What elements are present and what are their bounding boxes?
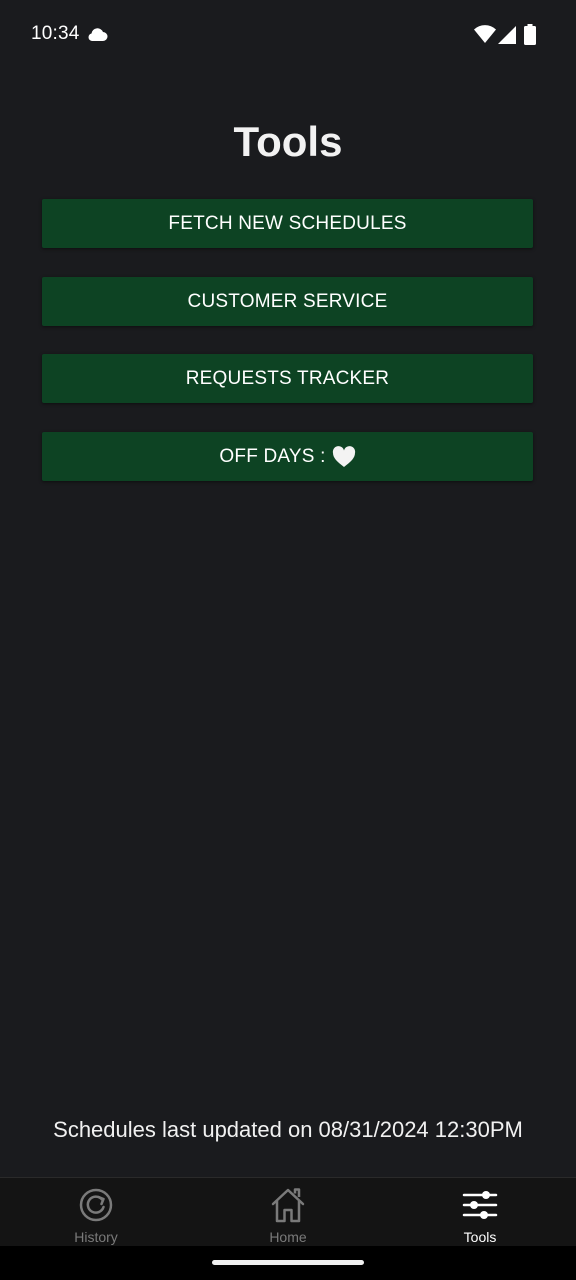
page-title: Tools — [233, 118, 343, 165]
last-updated-text: Schedules last updated on 08/31/2024 12:… — [53, 1117, 523, 1142]
heart-icon — [332, 445, 355, 467]
history-icon — [79, 1188, 113, 1222]
wifi-icon — [474, 25, 496, 43]
signal-icon — [498, 26, 516, 44]
requests-tracker-label: REQUESTS TRACKER — [185, 367, 390, 389]
tools-screen: 10:34 Tools FETCH NEW SCHEDULES CUSTOMER… — [0, 0, 576, 1280]
sliders-icon — [462, 1191, 498, 1219]
customer-service-label: CUSTOMER SERVICE — [187, 290, 388, 312]
home-icon — [271, 1188, 305, 1223]
status-time: 10:34 — [31, 23, 80, 44]
cloud-icon — [88, 28, 108, 41]
bottom-nav: History Home Tools — [0, 1177, 576, 1246]
battery-icon — [524, 24, 536, 45]
nav-home[interactable]: Home — [192, 1178, 384, 1246]
status-bar: 10:34 — [0, 0, 576, 70]
nav-history[interactable]: History — [0, 1178, 192, 1246]
nav-tools[interactable]: Tools — [384, 1178, 576, 1246]
home-indicator[interactable] — [212, 1260, 364, 1265]
nav-home-label: Home — [269, 1229, 307, 1245]
gesture-area — [0, 1246, 576, 1280]
off-days-button[interactable]: OFF DAYS : — [42, 432, 533, 481]
nav-history-label: History — [74, 1229, 118, 1245]
nav-tools-label: Tools — [463, 1229, 497, 1245]
customer-service-button[interactable]: CUSTOMER SERVICE — [42, 277, 533, 326]
off-days-label: OFF DAYS : — [219, 445, 326, 467]
fetch-new-schedules-button[interactable]: FETCH NEW SCHEDULES — [42, 199, 533, 248]
fetch-new-schedules-label: FETCH NEW SCHEDULES — [168, 212, 407, 234]
requests-tracker-button[interactable]: REQUESTS TRACKER — [42, 354, 533, 403]
